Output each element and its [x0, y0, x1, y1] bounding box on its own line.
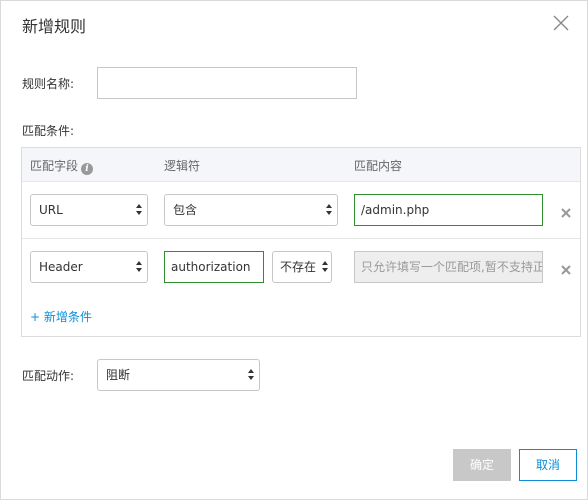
row2-operator-select[interactable]: 不存在	[272, 251, 332, 283]
row2-content-input[interactable]: 只允许填写一个匹配项,暂不支持正	[354, 251, 543, 283]
conditions-header: 匹配字段 i 逻辑符 匹配内容	[22, 148, 580, 182]
field-column-header: 匹配字段 i	[30, 157, 94, 175]
row1-content-input[interactable]: /admin.php	[354, 194, 543, 226]
row1-field-select[interactable]: URL	[30, 194, 148, 226]
rule-name-input[interactable]	[97, 67, 357, 99]
select-arrows-icon	[136, 261, 142, 273]
row1-delete-icon[interactable]	[559, 205, 573, 219]
dialog-title: 新增规则	[22, 17, 87, 36]
select-arrows-icon	[326, 204, 332, 216]
content-column-header: 匹配内容	[354, 159, 403, 173]
row2-header-name-input[interactable]: authorization	[164, 251, 264, 283]
cancel-button[interactable]: 取消	[519, 449, 577, 481]
operator-column-header: 逻辑符	[164, 159, 201, 173]
select-arrows-icon	[322, 261, 328, 273]
confirm-button[interactable]: 确定	[453, 449, 511, 481]
row1-operator-select[interactable]: 包含	[164, 194, 338, 226]
select-arrows-icon	[136, 204, 142, 216]
info-icon[interactable]: i	[81, 163, 94, 175]
action-label: 匹配动作:	[22, 369, 75, 383]
select-arrows-icon	[248, 369, 254, 381]
row2-delete-icon[interactable]	[559, 262, 573, 276]
close-icon[interactable]	[551, 13, 571, 33]
add-condition-link[interactable]: + 新增条件	[30, 308, 92, 325]
row2-field-select[interactable]: Header	[30, 251, 148, 283]
conditions-label: 匹配条件:	[22, 124, 75, 138]
rule-name-label: 规则名称:	[22, 77, 75, 91]
action-select[interactable]: 阻断	[97, 359, 260, 391]
conditions-table: 匹配字段 i 逻辑符 匹配内容 URL 包含 /admin.php Header …	[21, 147, 581, 337]
add-rule-dialog: 新增规则 规则名称: 匹配条件: 匹配字段 i 逻辑符 匹配内容 URL 包含 /…	[0, 0, 588, 500]
row-divider	[22, 238, 580, 239]
